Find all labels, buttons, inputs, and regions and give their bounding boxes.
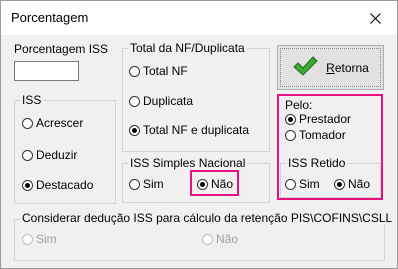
radio-label: Destacado — [36, 178, 94, 192]
radio-label: Deduzir — [36, 148, 78, 162]
radio-indicator — [334, 178, 345, 190]
deducao-group — [14, 219, 385, 261]
radio-destacado[interactable]: Destacado — [22, 176, 93, 194]
radio-indicator — [22, 117, 33, 129]
radio-indicator — [129, 178, 140, 190]
checkmark-icon — [292, 55, 318, 80]
radio-label: Total NF e duplicata — [143, 123, 250, 137]
close-button[interactable] — [353, 3, 397, 33]
iss-retido-group-label: ISS Retido — [286, 156, 348, 170]
radio-label: Duplicata — [143, 94, 194, 108]
radio-indicator — [202, 233, 213, 245]
radio-indicator — [22, 233, 33, 245]
close-icon — [369, 12, 381, 24]
title-bar: Porcentagem — [1, 1, 397, 35]
radio-indicator — [285, 113, 296, 125]
radio-acrescer[interactable]: Acrescer — [22, 114, 83, 132]
radio-total-nf[interactable]: Total NF — [129, 62, 188, 80]
radio-indicator — [285, 178, 296, 190]
iss-group-label: ISS — [20, 93, 44, 107]
simples-nacional-group-label: ISS Simples Nacional — [128, 156, 248, 170]
radio-label: Sim — [36, 232, 57, 246]
radio-deduzir[interactable]: Deduzir — [22, 146, 77, 164]
radio-indicator — [197, 178, 208, 190]
radio-label: Não — [211, 177, 234, 191]
window-title: Porcentagem — [11, 10, 89, 25]
radio-deducao-nao: Não — [202, 230, 238, 248]
radio-total-nf-e-duplicata[interactable]: Total NF e duplicata — [129, 121, 249, 139]
radio-label: Não — [216, 232, 239, 246]
radio-simples-nao[interactable]: Não — [197, 175, 233, 193]
radio-deducao-sim: Sim — [22, 230, 57, 248]
radio-indicator — [22, 179, 33, 191]
radio-retido-sim[interactable]: Sim — [285, 175, 320, 193]
retorna-button[interactable]: Retorna — [277, 45, 384, 90]
radio-indicator — [129, 65, 140, 77]
radio-simples-sim[interactable]: Sim — [129, 175, 164, 193]
radio-indicator — [285, 129, 296, 141]
radio-label: Acrescer — [36, 116, 84, 130]
radio-label: Total NF — [143, 64, 188, 78]
porcentagem-iss-input[interactable] — [14, 61, 79, 81]
radio-indicator — [129, 95, 140, 107]
deducao-group-label: Considerar dedução ISS para cálculo da r… — [20, 211, 395, 225]
radio-label: Sim — [143, 177, 164, 191]
total-nf-group-label: Total da NF/Duplicata — [128, 41, 247, 55]
retorna-label: Retorna — [326, 60, 369, 75]
porcentagem-iss-label: Porcentagem ISS — [14, 42, 109, 56]
radio-indicator — [22, 149, 33, 161]
radio-duplicata[interactable]: Duplicata — [129, 92, 193, 110]
radio-tomador[interactable]: Tomador — [285, 126, 346, 144]
radio-label: Prestador — [299, 112, 352, 126]
radio-indicator — [129, 124, 140, 136]
radio-retido-nao[interactable]: Não — [334, 175, 370, 193]
radio-label: Sim — [299, 177, 320, 191]
radio-label: Tomador — [299, 128, 346, 142]
radio-label: Não — [348, 177, 371, 191]
